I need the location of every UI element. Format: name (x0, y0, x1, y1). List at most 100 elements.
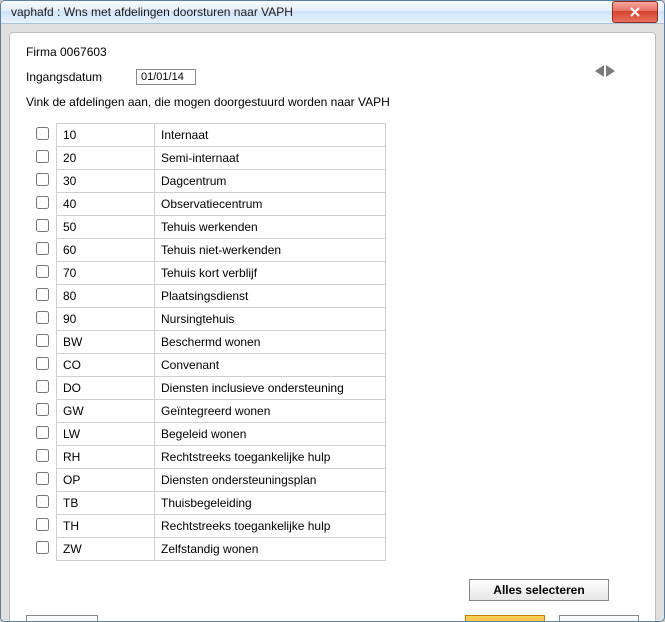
row-name: Semi-internaat (155, 147, 386, 170)
table-row: 70Tehuis kort verblijf (26, 262, 386, 285)
row-checkbox[interactable] (36, 150, 49, 163)
row-checkbox[interactable] (36, 173, 49, 186)
row-name: Convenant (155, 354, 386, 377)
table-row: TBThuisbegeleiding (26, 492, 386, 515)
row-checkbox[interactable] (36, 518, 49, 531)
row-name: Plaatsingsdienst (155, 285, 386, 308)
ingangsdatum-row: Ingangsdatum (26, 69, 639, 85)
row-name: Tehuis kort verblijf (155, 262, 386, 285)
next-record-button[interactable] (606, 65, 615, 77)
row-code: 80 (57, 285, 155, 308)
row-checkbox[interactable] (36, 357, 49, 370)
row-checkbox[interactable] (36, 334, 49, 347)
row-checkbox[interactable] (36, 403, 49, 416)
checkbox-cell (26, 423, 57, 446)
row-code: 40 (57, 193, 155, 216)
table-row: 20Semi-internaat (26, 147, 386, 170)
row-code: CO (57, 354, 155, 377)
table-row: 10Internaat (26, 124, 386, 147)
row-code: 50 (57, 216, 155, 239)
table-row: 40Observatiecentrum (26, 193, 386, 216)
row-name: Diensten inclusieve ondersteuning (155, 377, 386, 400)
firma-label: Firma 0067603 (26, 45, 639, 59)
checkbox-cell (26, 262, 57, 285)
checkbox-cell (26, 147, 57, 170)
row-checkbox[interactable] (36, 426, 49, 439)
row-checkbox[interactable] (36, 265, 49, 278)
table-row: THRechtstreeks toegankelijke hulp (26, 515, 386, 538)
row-checkbox[interactable] (36, 288, 49, 301)
checkbox-cell (26, 538, 57, 561)
row-code: 70 (57, 262, 155, 285)
ingangsdatum-input[interactable] (136, 69, 196, 85)
row-code: DO (57, 377, 155, 400)
table-row: GWGeïntegreerd wonen (26, 400, 386, 423)
row-checkbox[interactable] (36, 219, 49, 232)
checkbox-cell (26, 354, 57, 377)
table-row: COConvenant (26, 354, 386, 377)
select-all-button[interactable]: Alles selecteren (469, 579, 609, 601)
checkbox-cell (26, 492, 57, 515)
table-row: OPDiensten ondersteuningsplan (26, 469, 386, 492)
row-checkbox[interactable] (36, 380, 49, 393)
table-row: DODiensten inclusieve ondersteuning (26, 377, 386, 400)
checkbox-cell (26, 446, 57, 469)
row-name: Zelfstandig wonen (155, 538, 386, 561)
main-panel: Firma 0067603 Ingangsdatum Vink de afdel… (9, 32, 656, 622)
table-row: 60Tehuis niet-werkenden (26, 239, 386, 262)
row-code: LW (57, 423, 155, 446)
row-checkbox[interactable] (36, 196, 49, 209)
titlebar: vaphafd : Wns met afdelingen doorsturen … (1, 1, 664, 24)
row-code: 60 (57, 239, 155, 262)
row-name: Beschermd wonen (155, 331, 386, 354)
checkbox-cell (26, 285, 57, 308)
table-row: 30Dagcentrum (26, 170, 386, 193)
row-checkbox[interactable] (36, 311, 49, 324)
row-name: Diensten ondersteuningsplan (155, 469, 386, 492)
content-wrap: Firma 0067603 Ingangsdatum Vink de afdel… (1, 24, 664, 622)
select-all-row: Alles selecteren (26, 579, 639, 601)
checkbox-cell (26, 377, 57, 400)
table-row: ZWZelfstandig wonen (26, 538, 386, 561)
row-code: GW (57, 400, 155, 423)
checkbox-cell (26, 239, 57, 262)
afdelingen-table: 10Internaat20Semi-internaat30Dagcentrum4… (26, 123, 386, 561)
row-code: 30 (57, 170, 155, 193)
row-name: Tehuis niet-werkenden (155, 239, 386, 262)
row-checkbox[interactable] (36, 127, 49, 140)
table-row: RHRechtstreeks toegankelijke hulp (26, 446, 386, 469)
table-row: 90Nursingtehuis (26, 308, 386, 331)
row-checkbox[interactable] (36, 472, 49, 485)
row-code: TH (57, 515, 155, 538)
record-navigator (595, 65, 615, 77)
row-code: 10 (57, 124, 155, 147)
help-button[interactable]: Help (26, 615, 98, 622)
checkbox-cell (26, 469, 57, 492)
table-row: BWBeschermd wonen (26, 331, 386, 354)
row-checkbox[interactable] (36, 495, 49, 508)
checkbox-cell (26, 193, 57, 216)
row-code: BW (57, 331, 155, 354)
instruction-text: Vink de afdelingen aan, die mogen doorge… (26, 95, 639, 109)
close-button[interactable] (612, 1, 658, 23)
checkbox-cell (26, 308, 57, 331)
checkbox-cell (26, 400, 57, 423)
row-name: Begeleid wonen (155, 423, 386, 446)
row-name: Internaat (155, 124, 386, 147)
row-code: TB (57, 492, 155, 515)
ok-button[interactable]: OK (465, 615, 545, 622)
checkbox-cell (26, 170, 57, 193)
prev-record-button[interactable] (595, 65, 604, 77)
checkbox-cell (26, 515, 57, 538)
row-checkbox[interactable] (36, 242, 49, 255)
cancel-button[interactable]: Annuleren (559, 615, 639, 622)
checkbox-cell (26, 331, 57, 354)
row-checkbox[interactable] (36, 449, 49, 462)
row-code: ZW (57, 538, 155, 561)
dialog-window: vaphafd : Wns met afdelingen doorsturen … (0, 0, 665, 622)
row-checkbox[interactable] (36, 541, 49, 554)
row-name: Tehuis werkenden (155, 216, 386, 239)
row-code: 90 (57, 308, 155, 331)
table-row: 50Tehuis werkenden (26, 216, 386, 239)
ingangsdatum-label: Ingangsdatum (26, 70, 136, 84)
